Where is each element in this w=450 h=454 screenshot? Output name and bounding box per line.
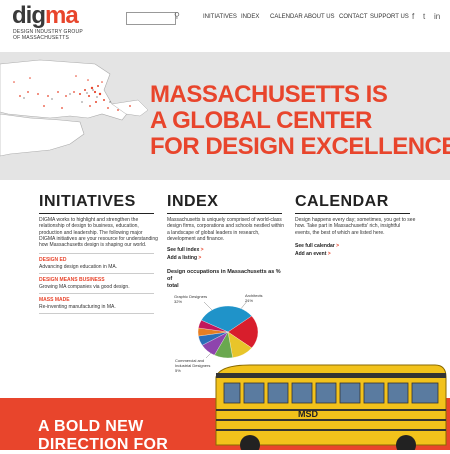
arrow-right-icon: > (327, 251, 331, 257)
arrow-right-icon: > (336, 243, 340, 249)
hero-banner[interactable]: MASSACHUSETTS IS A GLOBAL CENTER FOR DES… (0, 52, 450, 180)
mass-made-desc: Re-inventing manufacturing in MA. (39, 304, 116, 310)
chart-title-line1: Design occupations in Massachusetts as %… (167, 269, 281, 282)
divider (39, 273, 154, 274)
pie-label-value: 21% (245, 298, 254, 303)
initiatives-heading[interactable]: INITIATIVES (39, 193, 136, 211)
index-body-line: development and finance. (167, 235, 225, 242)
feature-headline[interactable]: A BOLD NEW DIRECTION FOR (38, 418, 168, 454)
logo-subtitle: DESIGN INDUSTRY GROUP OF MASSACHUSETTS (13, 29, 83, 41)
divider (39, 313, 154, 314)
design-means-business-desc: Growing MA companies via good design. (39, 284, 130, 290)
initiatives-body: DIGMA works to highlight and strengthen … (39, 217, 159, 248)
index-body-line: design firms, corporations and schools n… (167, 223, 285, 230)
nav-about-us[interactable]: ABOUT US (304, 14, 335, 20)
see-full-index-label: See full index (167, 247, 200, 253)
add-event-link[interactable]: Add an event > (295, 251, 331, 257)
calendar-body: Design happens every day; sometimes, you… (295, 217, 420, 236)
arrow-right-icon: > (198, 255, 202, 261)
digma-logo[interactable]: digma (12, 2, 79, 29)
nav-support-us[interactable]: SUPPORT US (370, 14, 409, 20)
divider (39, 253, 154, 254)
design-ed-desc: Advancing design education in MA. (39, 264, 118, 270)
twitter-icon[interactable]: t (423, 12, 425, 21)
see-full-index-link[interactable]: See full index > (167, 247, 204, 253)
pie-label-graphic-designers: Graphic Designers 32% (174, 294, 207, 304)
hero-headline[interactable]: MASSACHUSETTS IS A GLOBAL CENTER FOR DES… (150, 82, 450, 160)
add-listing-link[interactable]: Add a listing > (167, 255, 201, 261)
chart-title: Design occupations in Massachusetts as %… (167, 269, 287, 290)
mass-made-link[interactable]: MASS MADE (39, 297, 70, 303)
index-body: Massachusetts is uniquely comprised of w… (167, 217, 292, 242)
pie-label-value: 32% (174, 299, 183, 304)
see-full-calendar-link[interactable]: See full calendar > (295, 243, 339, 249)
initiatives-body-line: how Massachusetts design is shaping our … (39, 242, 147, 249)
logo-ma: ma (45, 2, 79, 29)
calendar-body-line: events, the best of which are listed her… (295, 229, 385, 236)
pie-label-commercial-industrial: Commercial and Industrial Designers 5% (175, 358, 210, 373)
nav-initiatives[interactable]: INITIATIVES (203, 14, 237, 20)
divider (39, 293, 154, 294)
nav-contact[interactable]: CONTACT (339, 14, 368, 20)
search-input[interactable] (126, 12, 176, 25)
pie-label-architects: Architects 21% (245, 293, 263, 303)
logo-subtitle-line2: OF MASSACHUSETTS (13, 35, 69, 41)
hero-line-2: A GLOBAL CENTER (150, 107, 372, 134)
site-header: digma DESIGN INDUSTRY GROUP OF MASSACHUS… (0, 0, 450, 52)
feature-line-1: A BOLD NEW (38, 418, 144, 435)
calendar-divider (295, 213, 410, 214)
hero-line-1: MASSACHUSETTS IS (150, 81, 388, 108)
nav-calendar[interactable]: CALENDAR (270, 14, 303, 20)
logo-dig: dig (12, 2, 46, 29)
initiatives-divider (39, 213, 154, 214)
calendar-heading[interactable]: CALENDAR (295, 193, 389, 211)
hero-line-3: FOR DESIGN EXCELLENCE > (150, 133, 450, 160)
design-ed-link[interactable]: DESIGN ED (39, 257, 67, 263)
arrow-right-icon: > (200, 247, 204, 253)
add-listing-label: Add a listing (167, 255, 197, 261)
pie-label-value: 5% (175, 368, 181, 373)
initiatives-body-line: production and leadership. The following… (39, 229, 143, 236)
add-event-label: Add an event (295, 251, 327, 257)
nav-index[interactable]: INDEX (241, 14, 259, 20)
linkedin-icon[interactable]: in (434, 12, 440, 21)
index-divider (167, 213, 282, 214)
search-icon[interactable]: ⚲ (174, 11, 180, 20)
bus-text: MSD (298, 409, 319, 419)
index-heading[interactable]: INDEX (167, 193, 218, 211)
school-bus-image: MSD (215, 364, 447, 450)
facebook-icon[interactable]: f (412, 12, 414, 21)
feature-line-2: DIRECTION FOR (38, 436, 169, 453)
see-full-calendar-label: See full calendar (295, 243, 335, 249)
design-means-business-link[interactable]: DESIGN MEANS BUSINESS (39, 277, 105, 283)
